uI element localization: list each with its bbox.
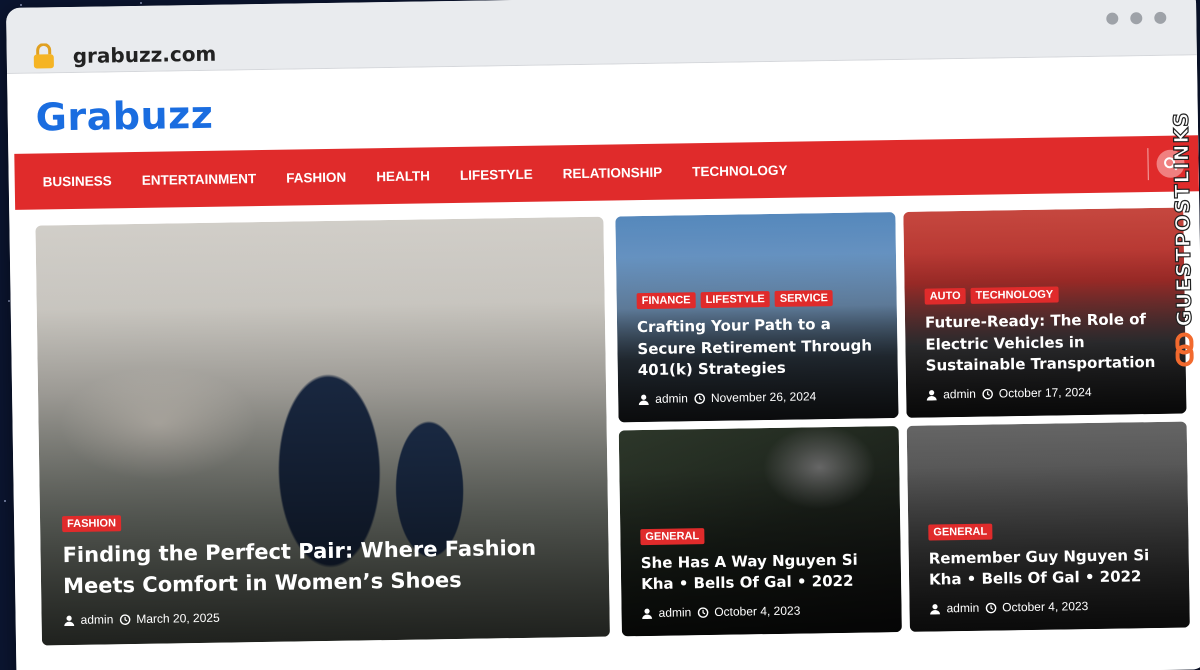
user-icon <box>926 389 937 401</box>
site-logo[interactable]: Grabuzz <box>35 93 213 140</box>
post-title[interactable]: Future-Ready: The Role of Electric Vehic… <box>925 309 1168 378</box>
guestpostlinks-watermark: GUESTPOSTLINKS <box>1164 111 1200 411</box>
clock-icon <box>985 602 997 613</box>
featured-post-card[interactable]: FASHION Finding the Perfect Pair: Where … <box>35 216 610 646</box>
post-author[interactable]: admin <box>943 387 976 402</box>
post-date: October 4, 2023 <box>714 603 801 619</box>
clock-icon <box>697 606 709 618</box>
post-date: October 4, 2023 <box>1002 599 1089 615</box>
nav-relationship[interactable]: RELATIONSHIP <box>563 164 663 181</box>
link-icon <box>1175 332 1194 367</box>
category-tag[interactable]: SERVICE <box>774 289 834 307</box>
window-dot-icon[interactable] <box>1106 12 1119 25</box>
post-date: November 26, 2024 <box>710 389 817 405</box>
post-author[interactable]: admin <box>946 601 979 616</box>
post-tags: GENERAL <box>928 520 1170 541</box>
clock-icon <box>694 392 705 404</box>
post-card[interactable]: GENERAL Remember Guy Nguyen Si Kha • Bel… <box>906 421 1190 632</box>
category-tag[interactable]: TECHNOLOGY <box>970 286 1059 304</box>
post-content: FASHION Finding the Perfect Pair: Where … <box>61 508 592 627</box>
window-controls <box>1106 11 1167 25</box>
nav-health[interactable]: HEALTH <box>376 168 430 184</box>
post-content: AUTO TECHNOLOGY Future-Ready: The Role o… <box>924 285 1169 402</box>
nav-entertainment[interactable]: ENTERTAINMENT <box>142 171 257 188</box>
website: Grabuzz BUSINESS ENTERTAINMENT FASHION H… <box>7 55 1200 670</box>
post-title[interactable]: Finding the Perfect Pair: Where Fashion … <box>62 532 583 601</box>
nav-lifestyle[interactable]: LIFESTYLE <box>460 166 533 182</box>
post-card[interactable]: FINANCE LIFESTYLE SERVICE Crafting Your … <box>615 212 899 423</box>
category-tag[interactable]: LIFESTYLE <box>700 290 770 308</box>
nav-technology[interactable]: TECHNOLOGY <box>692 162 787 178</box>
post-tags: GENERAL <box>640 525 882 545</box>
nav-divider <box>1147 148 1149 181</box>
post-author[interactable]: admin <box>658 605 691 620</box>
nav-business[interactable]: BUSINESS <box>43 173 112 189</box>
window-dot-icon[interactable] <box>1154 11 1167 24</box>
address-bar-url[interactable]: grabuzz.com <box>73 42 217 68</box>
lock-icon <box>33 43 54 69</box>
post-title[interactable]: Crafting Your Path to a Secure Retiremen… <box>637 313 880 382</box>
post-date: March 20, 2025 <box>136 610 220 627</box>
post-title[interactable]: She Has A Way Nguyen Si Kha • Bells Of G… <box>641 549 884 596</box>
post-content: FINANCE LIFESTYLE SERVICE Crafting Your … <box>636 289 881 406</box>
post-content: GENERAL Remember Guy Nguyen Si Kha • Bel… <box>928 520 1171 615</box>
category-tag[interactable]: GENERAL <box>640 527 705 545</box>
watermark-text: GUESTPOSTLINKS <box>1168 111 1197 327</box>
clock-icon <box>982 388 993 399</box>
post-author[interactable]: admin <box>655 391 688 406</box>
user-icon <box>642 608 653 619</box>
post-date: October 17, 2024 <box>998 384 1092 401</box>
user-icon <box>64 615 75 626</box>
browser-window: grabuzz.com Grabuzz BUSINESS ENTERTAINME… <box>6 0 1200 670</box>
post-tags: FINANCE LIFESTYLE SERVICE <box>636 289 879 309</box>
clock-icon <box>119 613 131 625</box>
category-tag[interactable]: AUTO <box>924 287 966 305</box>
post-card[interactable]: AUTO TECHNOLOGY Future-Ready: The Role o… <box>903 207 1187 418</box>
post-tags: AUTO TECHNOLOGY <box>924 285 1167 305</box>
post-title[interactable]: Remember Guy Nguyen Si Kha • Bells Of Ga… <box>929 544 1172 591</box>
post-card[interactable]: GENERAL She Has A Way Nguyen Si Kha • Be… <box>618 426 902 637</box>
post-author[interactable]: admin <box>81 612 114 627</box>
category-tag[interactable]: FINANCE <box>636 291 696 309</box>
category-tag[interactable]: GENERAL <box>928 523 993 541</box>
window-dot-icon[interactable] <box>1130 12 1143 25</box>
user-icon <box>638 394 649 405</box>
category-tag[interactable]: FASHION <box>61 515 122 533</box>
post-content: GENERAL She Has A Way Nguyen Si Kha • Be… <box>640 525 883 620</box>
user-icon <box>930 603 941 615</box>
main-nav: BUSINESS ENTERTAINMENT FASHION HEALTH LI… <box>14 135 1200 210</box>
nav-fashion[interactable]: FASHION <box>286 169 346 185</box>
